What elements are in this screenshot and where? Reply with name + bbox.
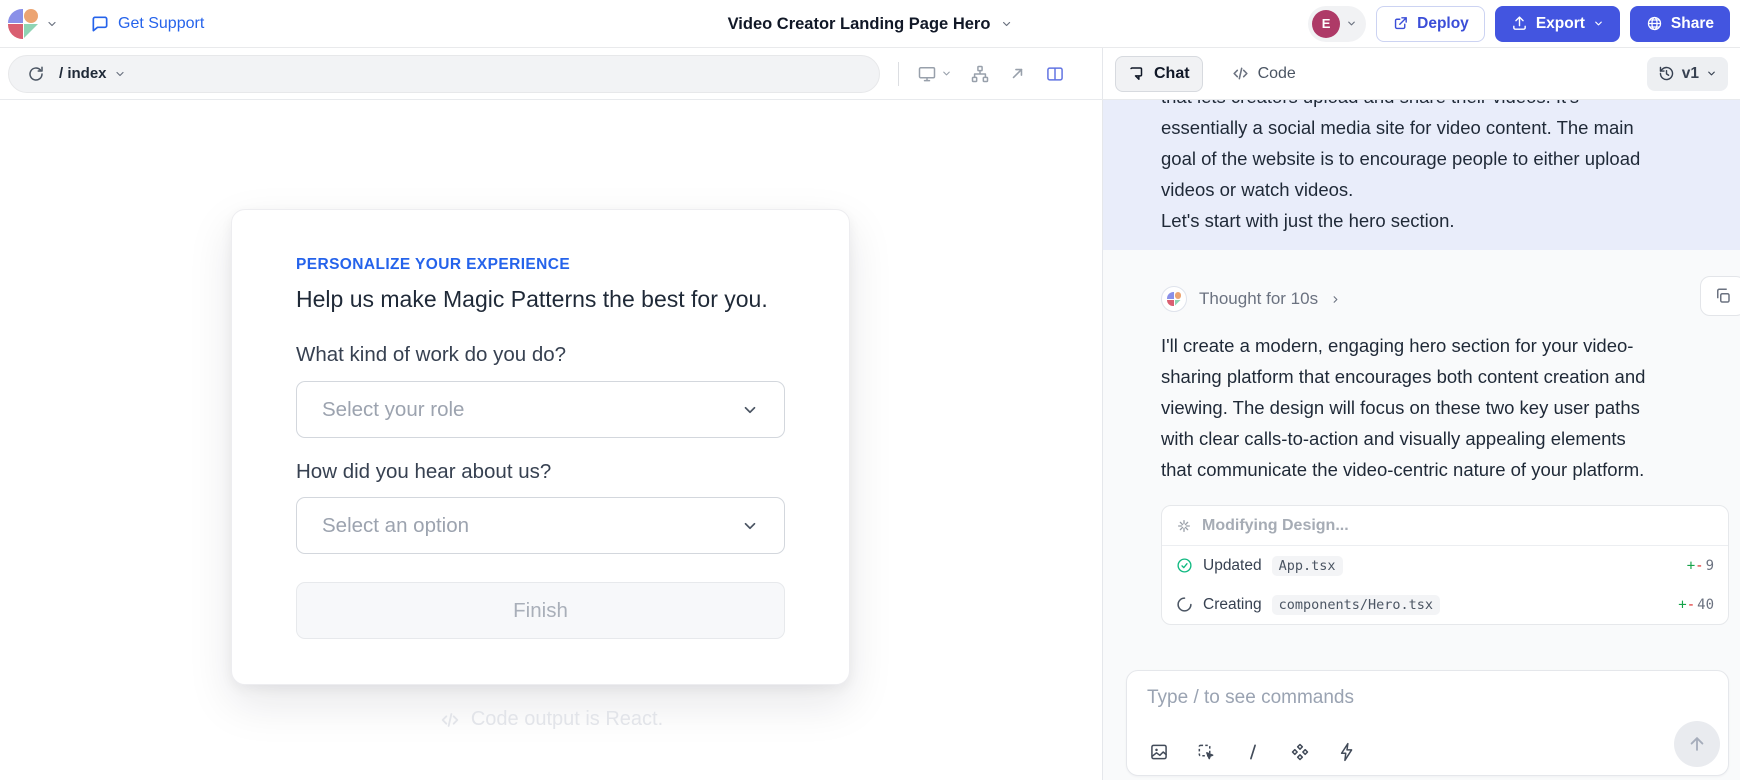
chat-panel: that lets creators upload and share thei… [1102,100,1740,780]
spinner-icon [1176,596,1193,613]
user-message: that lets creators upload and share thei… [1103,100,1740,250]
slash-command-icon[interactable] [1243,742,1263,762]
project-title[interactable]: Video Creator Landing Page Hero [728,0,1013,48]
workspace-chevron-down-icon[interactable] [46,18,58,30]
referral-select-chevron-down-icon [741,517,759,535]
copy-message-button[interactable] [1700,276,1740,316]
app-header: Get Support Video Creator Landing Page H… [0,0,1740,48]
composer-toolbar [1149,742,1357,762]
address-bar[interactable]: / index [8,55,880,93]
route-chevron-down-icon [114,68,126,80]
account-chevron-down-icon [1346,18,1357,29]
support-chat-bubble-icon [90,14,110,34]
tool-card-row-updated[interactable]: Updated App.tsx + - 9 [1162,546,1728,585]
code-output-note: Code output is React. [0,708,1102,731]
copy-icon [1714,287,1732,305]
assistant-avatar [1161,286,1187,312]
role-select-chevron-down-icon [741,401,759,419]
export-chevron-down-icon [1593,18,1604,29]
finish-button[interactable]: Finish [296,582,785,639]
deploy-button[interactable]: Deploy [1376,6,1485,42]
code-note-brackets-icon [439,709,461,731]
chat-transcript[interactable]: that lets creators upload and share thei… [1103,100,1740,656]
share-button[interactable]: Share [1630,6,1730,42]
title-chevron-down-icon [1000,18,1012,30]
code-brackets-icon [1231,64,1250,83]
check-circle-icon [1176,557,1193,574]
get-support-link[interactable]: Get Support [90,14,204,34]
tool-call-card: Modifying Design... Updated App.tsx + - … [1161,505,1729,625]
external-link-icon [1392,15,1409,32]
sparkle-icon [1176,518,1192,534]
modal-eyebrow: PERSONALIZE YOUR EXPERIENCE [296,256,785,274]
magic-patterns-logo-icon[interactable] [8,9,38,39]
toolbar-row: / index Chat Code [0,48,1740,100]
split-view-button[interactable] [1045,64,1065,84]
quick-action-bolt-icon[interactable] [1337,742,1357,762]
share-label: Share [1671,15,1714,33]
referral-question-label: How did you hear about us? [296,460,785,484]
version-selector[interactable]: v1 [1647,57,1728,91]
chat-composer[interactable] [1126,670,1729,776]
route-selector[interactable]: / index [59,65,126,82]
export-button[interactable]: Export [1495,6,1620,42]
tab-chat[interactable]: Chat [1115,56,1203,92]
tab-chat-label: Chat [1154,65,1190,83]
tool-card-header[interactable]: Modifying Design... [1162,506,1728,546]
history-icon [1658,65,1675,82]
tab-code[interactable]: Code [1219,56,1308,92]
export-label: Export [1536,15,1585,33]
assistant-logo-icon [1167,292,1181,306]
modal-title: Help us make Magic Patterns the best for… [296,286,785,313]
file-chip: components/Hero.tsx [1272,595,1440,615]
open-preview-button[interactable] [1008,64,1027,83]
toolbar-divider [898,62,899,86]
select-element-icon[interactable] [1196,742,1216,762]
globe-icon [1646,15,1663,32]
arrow-up-icon [1687,734,1707,754]
avatar: E [1312,10,1340,38]
refresh-icon[interactable] [27,65,45,83]
version-chevron-down-icon [1706,68,1717,79]
account-menu[interactable]: E [1308,6,1366,42]
file-chip: App.tsx [1272,556,1343,576]
route-path: / index [59,65,107,82]
chat-bubble-icon [1128,65,1146,83]
role-question-label: What kind of work do you do? [296,343,785,367]
version-label: v1 [1682,65,1699,83]
tab-code-label: Code [1258,65,1296,83]
tool-card-row-creating[interactable]: Creating components/Hero.tsx + - 40 [1162,585,1728,624]
thought-label: Thought for 10s [1199,289,1318,309]
attach-image-icon[interactable] [1149,742,1169,762]
viewport-chevron-down-icon [941,68,952,79]
upload-icon [1511,15,1528,32]
diff-stats: + - 9 [1687,558,1714,574]
tool-card-title: Modifying Design... [1202,517,1349,535]
components-icon[interactable] [1290,742,1310,762]
role-select[interactable]: Select your role [296,381,785,438]
chat-input[interactable] [1147,687,1512,709]
preview-canvas: PERSONALIZE YOUR EXPERIENCE Help us make… [0,100,1102,780]
deploy-label: Deploy [1417,15,1469,33]
diff-stats: + - 40 [1678,597,1714,613]
referral-select[interactable]: Select an option [296,497,785,554]
role-select-placeholder: Select your role [322,398,464,422]
get-support-label: Get Support [118,15,204,33]
viewport-size-button[interactable] [917,64,952,84]
assistant-message: I'll create a modern, engaging hero sect… [1161,330,1700,485]
personalize-modal: PERSONALIZE YOUR EXPERIENCE Help us make… [231,209,850,685]
thought-chevron-right-icon [1330,294,1341,305]
referral-select-placeholder: Select an option [322,514,469,538]
send-button[interactable] [1674,721,1720,767]
thought-toggle[interactable]: Thought for 10s [1161,286,1740,312]
component-tree-button[interactable] [970,64,990,84]
